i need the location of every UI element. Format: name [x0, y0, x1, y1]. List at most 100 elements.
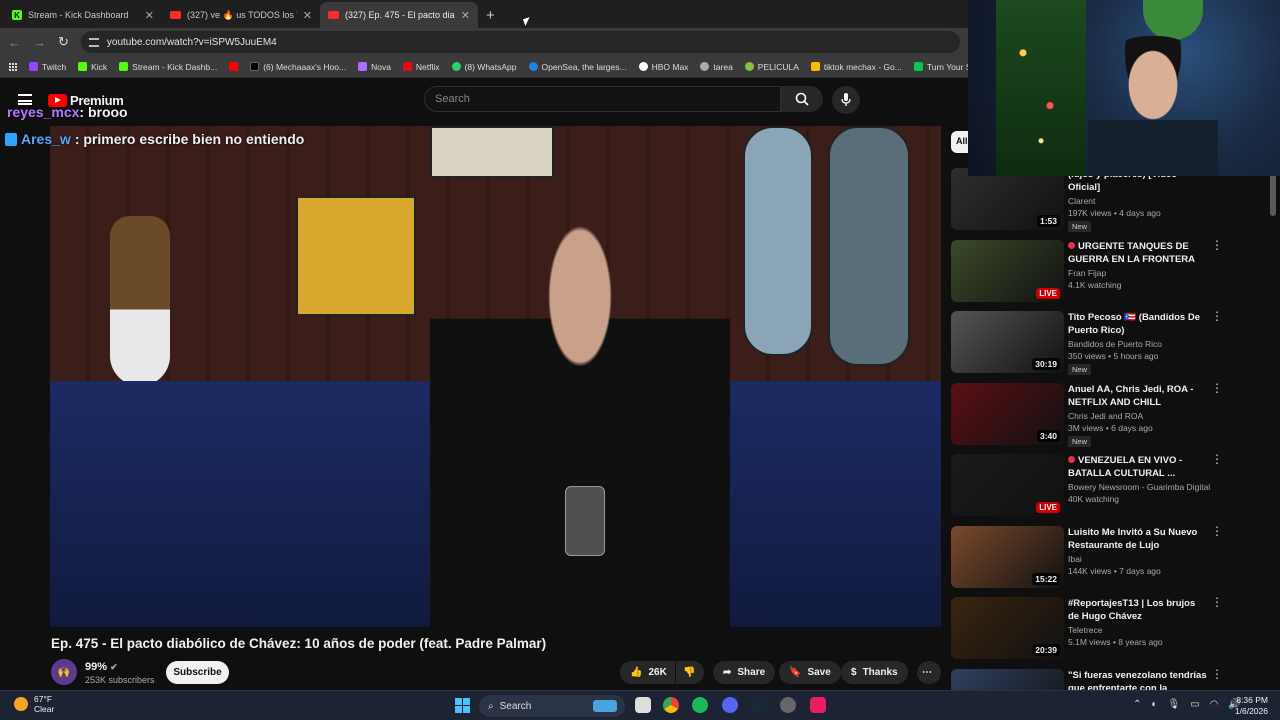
- forward-icon[interactable]: →: [33, 35, 46, 50]
- recommendation-item[interactable]: 30:19 Tito Pecoso 🇵🇷 (Bandidos De Puerto …: [951, 310, 1271, 375]
- bookmark-youtube[interactable]: [229, 62, 239, 71]
- recommendation-channel[interactable]: Chris Jedi and ROA: [1068, 411, 1143, 421]
- bookmark-tarea[interactable]: tarea: [700, 62, 733, 72]
- bookmark-pelicula[interactable]: PELICULA: [744, 62, 799, 72]
- close-icon[interactable]: ✕: [145, 9, 154, 22]
- subscribe-button[interactable]: Subscribe: [166, 661, 229, 684]
- search-button[interactable]: [781, 86, 823, 112]
- chevron-up-icon[interactable]: ⌃: [1133, 699, 1141, 710]
- address-bar[interactable]: youtube.com/watch?v=iSPW5JuuEM4: [80, 31, 960, 53]
- bookmark-drive[interactable]: tiktok mechax - Go...: [810, 62, 902, 72]
- thanks-button[interactable]: $ Thanks: [841, 661, 908, 684]
- channel-avatar[interactable]: 🙌: [51, 659, 77, 685]
- bookmark-netflix[interactable]: Netflix: [402, 62, 440, 72]
- recommendation-title[interactable]: "Si fueras venezolano tendrías que enfre…: [1068, 669, 1208, 691]
- search-input[interactable]: Search: [424, 86, 781, 112]
- recommendation-item[interactable]: 20:39 #ReportajesT13 | Los brujos de Hugo…: [951, 596, 1271, 661]
- video-player[interactable]: [50, 126, 941, 627]
- close-icon[interactable]: ✕: [461, 9, 470, 22]
- mic-tray-icon[interactable]: 🎙: [1167, 699, 1180, 710]
- recommendation-item[interactable]: "Si fueras venezolano tendrías que enfre…: [951, 668, 1271, 691]
- more-options-icon[interactable]: ⋮: [1211, 668, 1223, 680]
- recommendation-channel[interactable]: Bowery Newsroom - Guarimba Digital: [1068, 482, 1210, 492]
- more-icon: ⋯: [922, 667, 932, 678]
- more-options-icon[interactable]: ⋮: [1211, 453, 1223, 465]
- new-tab-button[interactable]: +: [486, 7, 495, 24]
- bookmark-nova[interactable]: Nova: [358, 62, 391, 72]
- obs-icon[interactable]: [780, 697, 796, 713]
- display-icon[interactable]: ▭: [1190, 699, 1199, 710]
- recommendation-item[interactable]: 15:22 Luisito Me Invitó a Su Nuevo Restau…: [951, 525, 1271, 590]
- recommendation-item[interactable]: 3:40 Anuel AA, Chris Jedi, ROA - NETFLIX …: [951, 382, 1271, 447]
- more-actions-button[interactable]: ⋯: [917, 661, 941, 684]
- more-options-icon[interactable]: ⋮: [1211, 239, 1223, 251]
- scrollbar[interactable]: [1270, 172, 1276, 216]
- wifi-icon[interactable]: ◠: [1210, 699, 1219, 710]
- video-thumbnail[interactable]: [951, 668, 1064, 690]
- recommendation-channel[interactable]: Clarent: [1068, 196, 1095, 206]
- steam-icon[interactable]: [751, 697, 767, 713]
- share-button[interactable]: ➦ Share: [713, 661, 776, 684]
- bookmark-skins[interactable]: Turn Your Skins int: [913, 62, 968, 72]
- back-icon[interactable]: ←: [8, 35, 21, 50]
- more-options-icon[interactable]: ⋮: [1211, 596, 1223, 608]
- apps-grid-icon[interactable]: [8, 62, 17, 71]
- video-thumbnail[interactable]: 15:22: [951, 525, 1064, 588]
- bookmarks-bar: Twitch Kick Stream - Kick Dashb... (6) M…: [0, 56, 968, 78]
- video-thumbnail[interactable]: 3:40: [951, 382, 1064, 445]
- like-button[interactable]: 👍 26K: [620, 661, 675, 684]
- video-thumbnail[interactable]: 30:19: [951, 311, 1064, 373]
- video-thumbnail[interactable]: 20:39: [951, 597, 1064, 659]
- reload-icon[interactable]: ↻: [58, 34, 69, 50]
- dislike-button[interactable]: 👎: [676, 661, 704, 684]
- recommendation-title[interactable]: VENEZUELA EN VIVO - BATALLA CULTURAL ...: [1068, 454, 1208, 480]
- bookmark-opensea[interactable]: OpenSea, the larges...: [528, 62, 627, 72]
- task-view-icon[interactable]: [635, 697, 651, 713]
- recommendation-item[interactable]: 1:53(lujos y placeres) [Video Oficial]Cl…: [951, 168, 1271, 232]
- recommendation-title[interactable]: Tito Pecoso 🇵🇷 (Bandidos De Puerto Rico): [1068, 311, 1208, 337]
- bookmark-whatsapp[interactable]: (8) WhatsApp: [451, 62, 517, 72]
- tab-kick-dashboard[interactable]: K Stream - Kick Dashboard ✕: [4, 2, 162, 28]
- pelicula-icon: [744, 62, 754, 71]
- recommendation-channel[interactable]: Teletrece: [1068, 625, 1103, 635]
- more-options-icon[interactable]: ⋮: [1211, 525, 1223, 537]
- video-thumbnail[interactable]: 1:53: [951, 168, 1064, 230]
- taskbar-search[interactable]: ⌕ Search: [479, 695, 625, 717]
- chrome-icon[interactable]: [663, 697, 679, 713]
- recommendation-item[interactable]: LIVE VENEZUELA EN VIVO - BATALLA CULTURAL…: [951, 453, 1271, 518]
- clock[interactable]: 8:36 PM 1/6/2026: [1228, 695, 1268, 717]
- tab-youtube-1[interactable]: (327) ve 🔥 us TODOS los "DETA ✕: [162, 2, 320, 28]
- discord-icon[interactable]: [722, 697, 738, 713]
- spotify-icon[interactable]: [692, 697, 708, 713]
- recommendation-channel[interactable]: Bandidos de Puerto Rico: [1068, 339, 1162, 349]
- voice-search-button[interactable]: [832, 86, 860, 114]
- save-button[interactable]: 🔖 Save: [779, 661, 841, 684]
- recommendation-title[interactable]: Anuel AA, Chris Jedi, ROA - NETFLIX AND …: [1068, 383, 1208, 409]
- recommendation-item[interactable]: LIVE URGENTE TANQUES DE GUERRA EN LA FRON…: [951, 239, 1271, 304]
- drive-icon: [810, 62, 820, 71]
- recommendation-title[interactable]: URGENTE TANQUES DE GUERRA EN LA FRONTERA…: [1068, 240, 1208, 266]
- site-info-icon[interactable]: [88, 37, 99, 47]
- recommendation-channel[interactable]: Fran Fijap: [1068, 268, 1106, 278]
- more-options-icon[interactable]: ⋮: [1211, 310, 1223, 322]
- bookmark-x[interactable]: (6) Mechaaax's Hoo...: [250, 62, 346, 72]
- weather-widget[interactable]: 67°F Clear: [14, 694, 54, 714]
- bookmark-hbo[interactable]: HBO Max: [638, 62, 688, 72]
- share-label: Share: [737, 667, 766, 678]
- video-thumbnail[interactable]: LIVE: [951, 239, 1064, 302]
- recommendation-channel[interactable]: Ibai: [1068, 554, 1082, 564]
- filter-chip-all[interactable]: All: [951, 131, 969, 153]
- recommendation-title[interactable]: #ReportajesT13 | Los brujos de Hugo Cháv…: [1068, 597, 1208, 623]
- more-options-icon[interactable]: ⋮: [1211, 382, 1223, 394]
- video-thumbnail[interactable]: LIVE: [951, 454, 1064, 516]
- windows-start-icon[interactable]: [455, 698, 470, 713]
- tiktok-live-icon[interactable]: [810, 697, 826, 713]
- bookmark-kick-dashboard[interactable]: Stream - Kick Dashb...: [119, 62, 217, 72]
- bookmark-kick[interactable]: Kick: [78, 62, 107, 72]
- tab-youtube-active[interactable]: (327) Ep. 475 - El pacto diabólic ✕: [320, 2, 478, 28]
- close-icon[interactable]: ✕: [303, 9, 312, 22]
- channel-name[interactable]: 99% ✔: [85, 661, 118, 673]
- bookmark-twitch[interactable]: Twitch: [29, 62, 66, 72]
- network-icon[interactable]: ◐: [1151, 699, 1157, 710]
- recommendation-title[interactable]: Luisito Me Invitó a Su Nuevo Restaurante…: [1068, 526, 1208, 552]
